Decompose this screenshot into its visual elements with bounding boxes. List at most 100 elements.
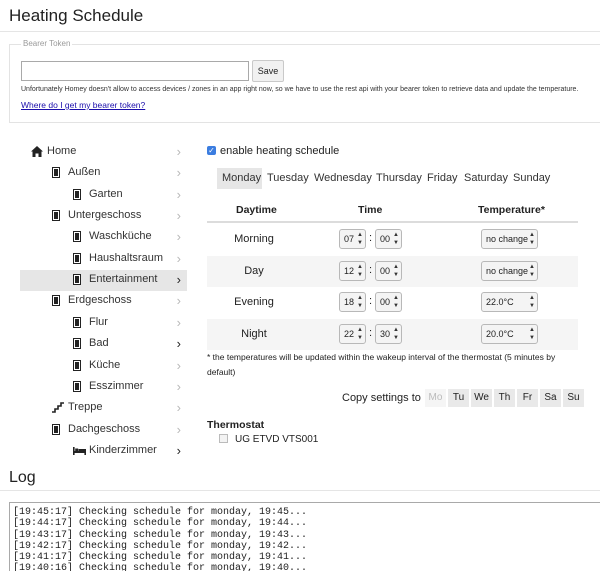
tree-item[interactable]: Küche › xyxy=(20,356,187,377)
tab-thursday[interactable]: Thursday xyxy=(376,168,424,189)
wakeup-note: * the temperatures will be updated withi… xyxy=(207,352,556,377)
chevron-right-icon: › xyxy=(176,165,181,181)
header-time: Time xyxy=(358,204,383,216)
tab-monday[interactable]: Monday xyxy=(217,168,262,189)
log-line: [19:44:17] Checking schedule for monday,… xyxy=(13,518,308,530)
door-icon xyxy=(73,316,81,328)
minute-select[interactable]: 00 ▲ ▼ xyxy=(375,260,402,281)
tab-friday[interactable]: Friday xyxy=(427,168,461,189)
chevron-right-icon: › xyxy=(176,186,181,202)
door-icon xyxy=(73,231,81,243)
tree-item[interactable]: Garten › xyxy=(20,185,187,206)
time-separator: : xyxy=(369,263,373,276)
enable-schedule-checkbox[interactable]: ✓ xyxy=(207,146,216,155)
chevron-right-icon: › xyxy=(176,357,181,373)
tree-item-label: Garten xyxy=(89,187,123,200)
updown-icon: ▲ ▼ xyxy=(393,232,399,246)
thermostat-title: Thermostat xyxy=(207,419,265,431)
copy-day-mo: Mo xyxy=(425,389,446,407)
tab-saturday[interactable]: Saturday xyxy=(464,168,510,189)
copy-day-su[interactable]: Su xyxy=(563,389,584,407)
tree-item-label: Untergeschoss xyxy=(68,209,142,222)
home-icon xyxy=(31,146,43,157)
tree-item-label: Esszimmer xyxy=(89,379,144,392)
copy-day-th[interactable]: Th xyxy=(494,389,515,407)
updown-icon: ▲ ▼ xyxy=(529,295,535,309)
hour-select[interactable]: 18 ▲ ▼ xyxy=(339,292,366,312)
time-separator: : xyxy=(369,326,373,339)
door-icon xyxy=(73,338,81,350)
tab-tuesday[interactable]: Tuesday xyxy=(267,168,311,189)
log-box[interactable]: [19:45:17] Checking schedule for monday,… xyxy=(9,502,600,571)
temperature-select[interactable]: 20.0°C ▲ ▼ xyxy=(481,323,538,344)
log-line: [19:40:16] Checking schedule for monday,… xyxy=(13,563,308,571)
temperature-select[interactable]: no change ▲ ▼ xyxy=(481,260,538,281)
bearer-token-help-link[interactable]: Where do I get my bearer token? xyxy=(21,100,145,110)
tree-item[interactable]: Esszimmer › xyxy=(20,377,187,398)
copy-day-fr[interactable]: Fr xyxy=(517,389,538,407)
updown-icon: ▲ ▼ xyxy=(393,326,399,341)
door-icon xyxy=(52,423,60,435)
daytime-label: Day xyxy=(244,264,264,277)
door-icon xyxy=(73,274,81,286)
door-icon xyxy=(73,188,81,200)
temperature-select[interactable]: 22.0°C ▲ ▼ xyxy=(481,292,538,312)
copy-day-tu[interactable]: Tu xyxy=(448,389,469,407)
chevron-right-icon: › xyxy=(176,400,181,416)
chevron-right-icon: › xyxy=(176,336,181,352)
door-icon xyxy=(52,295,60,307)
updown-icon: ▲ ▼ xyxy=(357,326,363,341)
minute-select[interactable]: 30 ▲ ▼ xyxy=(375,323,402,344)
tree-item-label: Dachgeschoss xyxy=(68,422,141,435)
updown-icon: ▲ ▼ xyxy=(357,263,363,278)
tree-item[interactable]: Haushaltsraum › xyxy=(20,249,187,270)
tree-item-label: Waschküche xyxy=(89,230,152,243)
header-temperature: Temperature* xyxy=(478,204,545,216)
tree-item[interactable]: Home › xyxy=(20,142,187,163)
door-icon xyxy=(52,167,60,179)
tree-item[interactable]: Entertainment › xyxy=(20,270,187,292)
copy-day-we[interactable]: We xyxy=(471,389,492,407)
chevron-right-icon: › xyxy=(176,378,181,394)
save-button[interactable]: Save xyxy=(252,60,284,82)
tree-item[interactable]: Flur › xyxy=(20,313,187,334)
log-title: Log xyxy=(9,469,36,486)
copy-day-sa[interactable]: Sa xyxy=(540,389,561,407)
updown-icon: ▲ ▼ xyxy=(529,263,535,278)
minute-select[interactable]: 00 ▲ ▼ xyxy=(375,229,402,249)
page-title: Heating Schedule xyxy=(9,6,144,25)
temperature-select[interactable]: no change ▲ ▼ xyxy=(481,229,538,249)
updown-icon: ▲ ▼ xyxy=(529,232,535,246)
chevron-right-icon: › xyxy=(176,421,181,437)
bearer-token-input[interactable] xyxy=(21,61,249,81)
bearer-token-note: Unfortunately Homey doesn't allow to acc… xyxy=(21,86,579,93)
chevron-right-icon: › xyxy=(176,272,181,288)
tree-item[interactable]: Waschküche › xyxy=(20,227,187,248)
tree-item[interactable]: Untergeschoss › xyxy=(20,206,187,227)
daytime-label: Morning xyxy=(234,233,274,245)
tree-item[interactable]: Erdgeschoss › xyxy=(20,291,187,312)
log-divider xyxy=(0,490,600,491)
updown-icon: ▲ ▼ xyxy=(357,295,363,309)
tab-wednesday[interactable]: Wednesday xyxy=(314,168,372,189)
stairs-icon xyxy=(52,402,64,413)
hour-select[interactable]: 22 ▲ ▼ xyxy=(339,323,366,344)
daytime-label: Night xyxy=(241,327,267,340)
log-line: [19:45:17] Checking schedule for monday,… xyxy=(13,507,308,518)
door-icon xyxy=(73,359,81,371)
hour-select[interactable]: 07 ▲ ▼ xyxy=(339,229,366,249)
tree-item[interactable]: Treppe › xyxy=(20,398,187,419)
tree-item[interactable]: Bad › xyxy=(20,334,187,355)
tree-item[interactable]: Außen › xyxy=(20,163,187,184)
bearer-token-legend: Bearer Token xyxy=(21,39,73,48)
chevron-right-icon: › xyxy=(176,208,181,224)
tree-item-label: Treppe xyxy=(68,401,103,414)
tree-item[interactable]: Dachgeschoss › xyxy=(20,420,187,441)
chevron-right-icon: › xyxy=(176,314,181,330)
tree-item-label: Flur xyxy=(89,315,108,328)
thermostat-device[interactable]: UG ETVD VTS001 xyxy=(235,434,318,445)
minute-select[interactable]: 00 ▲ ▼ xyxy=(375,292,402,312)
tab-sunday[interactable]: Sunday xyxy=(513,168,551,189)
hour-select[interactable]: 12 ▲ ▼ xyxy=(339,260,366,281)
tree-item[interactable]: Kinderzimmer › xyxy=(20,441,187,462)
